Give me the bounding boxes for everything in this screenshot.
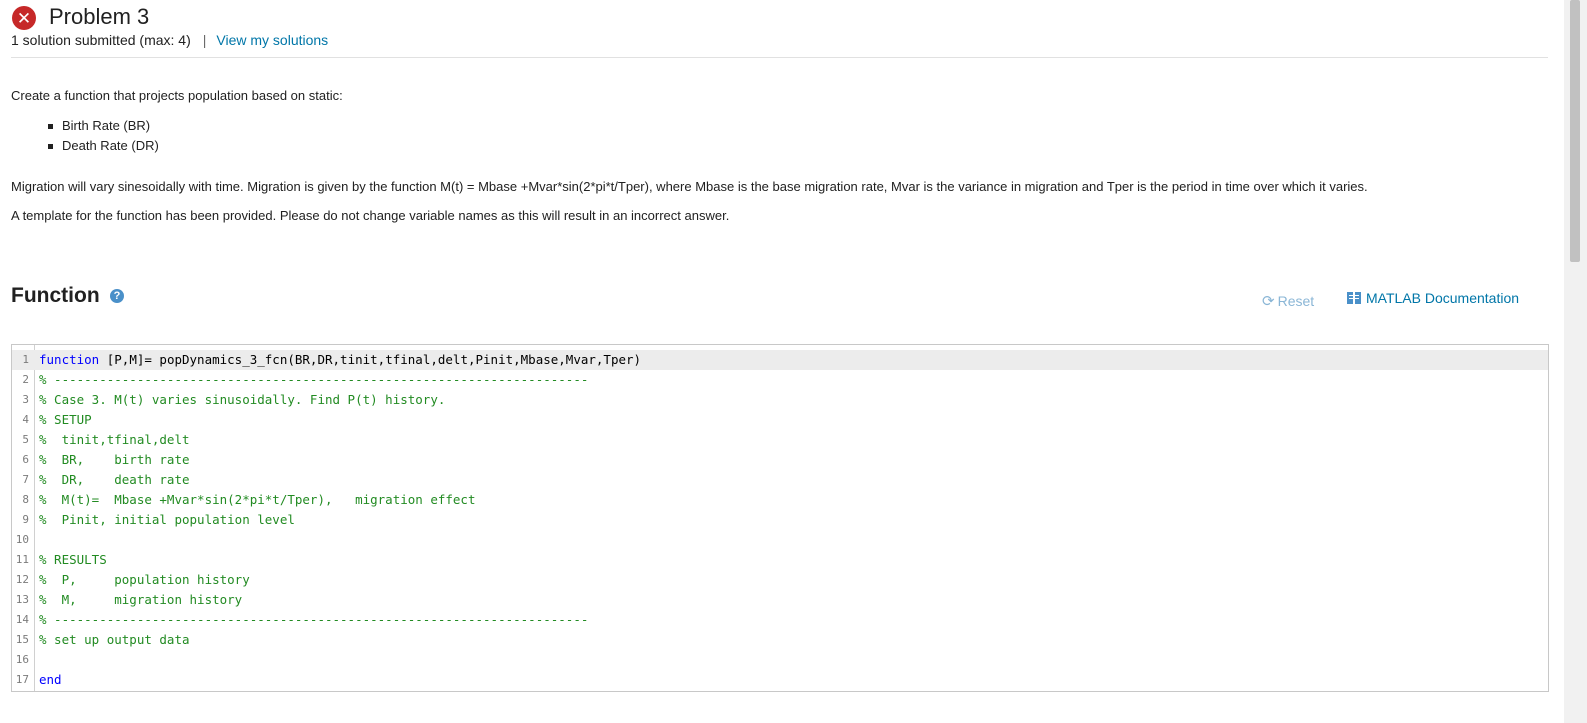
- line-number: 12: [15, 573, 29, 586]
- header-divider: [11, 57, 1548, 58]
- code-line[interactable]: 14 % ------------------------------------…: [12, 610, 1548, 630]
- code-text: % --------------------------------------…: [39, 370, 588, 390]
- function-heading: Function: [11, 284, 100, 307]
- code-line[interactable]: 12 % P, population history: [12, 570, 1548, 590]
- code-text: % M, migration history: [39, 590, 242, 610]
- code-line[interactable]: 2 % -------------------------------------…: [12, 370, 1548, 390]
- rate-list: Birth Rate (BR) Death Rate (DR): [48, 117, 159, 157]
- failed-status-icon: ✕: [12, 6, 36, 30]
- code-content: [P,M]= popDynamics_3_fcn(BR,DR,tinit,tfi…: [99, 352, 642, 367]
- book-icon: [1347, 292, 1361, 304]
- code-line[interactable]: 7 % DR, death rate: [12, 470, 1548, 490]
- line-number: 3: [22, 393, 29, 406]
- line-number: 15: [15, 633, 29, 646]
- line-number: 11: [15, 553, 29, 566]
- refresh-icon: ⟳: [1262, 293, 1275, 310]
- line-number: 8: [22, 493, 29, 506]
- code-text: % Pinit, initial population level: [39, 510, 295, 530]
- code-comment: % Case 3. M(t) varies sinusoidally. Find…: [39, 392, 446, 407]
- code-comment: % SETUP: [39, 412, 92, 427]
- template-note: A template for the function has been pro…: [11, 208, 730, 223]
- line-number: 14: [15, 613, 29, 626]
- list-item: Death Rate (DR): [48, 137, 159, 157]
- code-line[interactable]: 15 % set up output data: [12, 630, 1548, 650]
- separator: |: [202, 32, 207, 48]
- code-comment: % --------------------------------------…: [39, 612, 589, 627]
- matlab-documentation-link[interactable]: MATLAB Documentation: [1347, 290, 1519, 306]
- line-number: 5: [22, 433, 29, 446]
- line-number: 10: [15, 533, 29, 546]
- code-line[interactable]: 3 % Case 3. M(t) varies sinusoidally. Fin…: [12, 390, 1548, 410]
- code-editor[interactable]: 1 function [P,M]= popDynamics_3_fcn(BR,DR…: [11, 344, 1549, 692]
- code-comment: % --------------------------------------…: [39, 372, 589, 387]
- code-text: % SETUP: [39, 410, 92, 430]
- description-intro: Create a function that projects populati…: [11, 88, 343, 103]
- code-comment: % Pinit, initial population level: [39, 512, 295, 527]
- page-title: Problem 3: [49, 4, 150, 29]
- code-line[interactable]: 17 end: [12, 670, 1548, 690]
- code-comment: % set up output data: [39, 632, 190, 647]
- code-comment: % M, migration history: [39, 592, 243, 607]
- scrollbar-thumb[interactable]: [1570, 0, 1580, 262]
- code-line[interactable]: 11 % RESULTS: [12, 550, 1548, 570]
- code-line[interactable]: 9 % Pinit, initial population level: [12, 510, 1548, 530]
- line-number: 13: [15, 593, 29, 606]
- code-text: % set up output data: [39, 630, 190, 650]
- code-text: function [P,M]= popDynamics_3_fcn(BR,DR,…: [39, 350, 641, 370]
- code-line[interactable]: 16: [12, 650, 1548, 670]
- question-circle-icon[interactable]: ?: [110, 289, 124, 303]
- line-number: 6: [22, 453, 29, 466]
- line-number: 2: [22, 373, 29, 386]
- code-text: % tinit,tfinal,delt: [39, 430, 190, 450]
- line-number: 7: [22, 473, 29, 486]
- code-text: % Case 3. M(t) varies sinusoidally. Find…: [39, 390, 445, 410]
- keyword: end: [39, 672, 62, 687]
- submission-meta: 1 solution submitted (max: 4) | View my so…: [11, 32, 328, 48]
- code-line[interactable]: 6 % BR, birth rate: [12, 450, 1548, 470]
- code-text: % M(t)= Mbase +Mvar*sin(2*pi*t/Tper), mi…: [39, 490, 476, 510]
- migration-description: Migration will vary sinesoidally with ti…: [11, 179, 1368, 194]
- line-number: 17: [15, 673, 29, 686]
- code-line[interactable]: 4 % SETUP: [12, 410, 1548, 430]
- view-solutions-link[interactable]: View my solutions: [216, 32, 328, 48]
- code-line[interactable]: 8 % M(t)= Mbase +Mvar*sin(2*pi*t/Tper), m…: [12, 490, 1548, 510]
- code-line[interactable]: 5 % tinit,tfinal,delt: [12, 430, 1548, 450]
- problem-page: ✕ Problem 3 1 solution submitted (max: 4…: [0, 0, 1564, 723]
- code-comment: % M(t)= Mbase +Mvar*sin(2*pi*t/Tper), mi…: [39, 492, 476, 507]
- line-number: 9: [22, 513, 29, 526]
- submission-info: 1 solution submitted (max: 4): [11, 32, 191, 48]
- code-comment: % BR, birth rate: [39, 452, 190, 467]
- reset-button[interactable]: ⟳ Reset: [1262, 292, 1314, 310]
- reset-label: Reset: [1277, 293, 1315, 309]
- code-text: % BR, birth rate: [39, 450, 190, 470]
- documentation-label: MATLAB Documentation: [1366, 290, 1520, 306]
- line-number: 4: [22, 413, 29, 426]
- code-line[interactable]: 10: [12, 530, 1548, 550]
- keyword: function: [39, 352, 100, 367]
- line-number: 16: [15, 653, 29, 666]
- code-comment: % P, population history: [39, 572, 250, 587]
- page-scrollbar[interactable]: [1564, 0, 1587, 723]
- line-number: 1: [22, 353, 29, 366]
- code-text: % --------------------------------------…: [39, 610, 588, 630]
- code-line[interactable]: 13 % M, migration history: [12, 590, 1548, 610]
- code-comment: % DR, death rate: [39, 472, 190, 487]
- code-comment: % RESULTS: [39, 552, 107, 567]
- code-text: % P, population history: [39, 570, 250, 590]
- code-line[interactable]: 1 function [P,M]= popDynamics_3_fcn(BR,DR…: [12, 350, 1548, 370]
- code-text: % DR, death rate: [39, 470, 190, 490]
- code-text: % RESULTS: [39, 550, 107, 570]
- list-item: Birth Rate (BR): [48, 117, 159, 137]
- code-text: end: [39, 670, 62, 690]
- code-comment: % tinit,tfinal,delt: [39, 432, 190, 447]
